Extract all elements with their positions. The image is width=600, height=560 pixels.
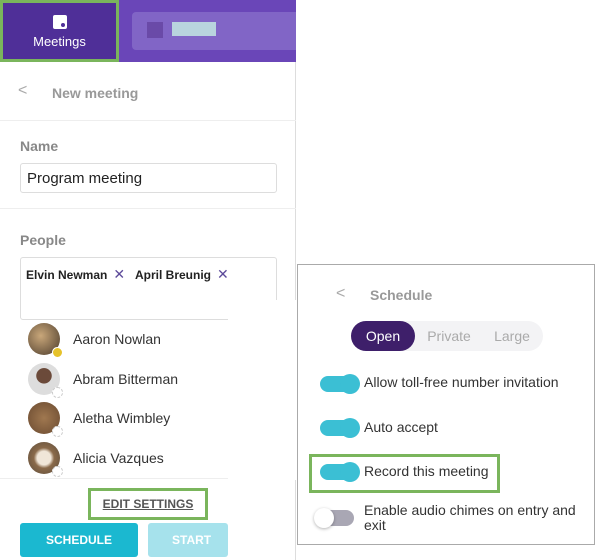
contact-name: Abram Bitterman <box>73 371 179 387</box>
record-label: Record this meeting <box>364 463 489 479</box>
meetings-label: Meetings <box>33 34 86 49</box>
avatar <box>28 323 63 358</box>
avatar <box>28 363 63 398</box>
name-input[interactable]: Program meeting <box>20 163 277 193</box>
divider <box>0 120 296 121</box>
back-icon[interactable]: < <box>336 285 345 303</box>
mode-open[interactable]: Open <box>351 321 415 351</box>
schedule-button[interactable]: SCHEDULE <box>20 523 138 557</box>
record-toggle[interactable] <box>320 462 360 482</box>
away-status-icon <box>52 347 63 358</box>
person-chip: Elvin Newman ✕ <box>26 266 125 283</box>
meeting-type-selector: Open Private Large <box>351 321 543 351</box>
contact-item[interactable]: Alicia Vazques <box>28 441 164 477</box>
edit-settings-link[interactable]: EDIT SETTINGS <box>88 488 208 520</box>
people-label: People <box>20 232 66 248</box>
search-box[interactable] <box>132 12 296 50</box>
mode-private[interactable]: Private <box>417 321 481 351</box>
start-now-button[interactable]: START NO <box>148 523 228 557</box>
toll-free-label: Allow toll-free number invitation <box>364 374 559 390</box>
divider <box>0 208 296 209</box>
avatar <box>28 442 63 477</box>
offline-status-icon <box>52 387 63 398</box>
schedule-title: Schedule <box>370 287 433 303</box>
placeholder-icon <box>147 22 163 38</box>
auto-accept-label: Auto accept <box>364 419 438 435</box>
name-label: Name <box>20 138 59 154</box>
meetings-tab[interactable]: Meetings <box>0 0 119 62</box>
new-meeting-panel: Meetings < New meeting Name Program meet… <box>0 0 296 560</box>
redacted-text <box>172 22 216 36</box>
calendar-icon <box>52 15 67 29</box>
divider <box>0 478 228 479</box>
contact-item[interactable]: Abram Bitterman <box>28 362 179 398</box>
chip-name: Elvin Newman <box>26 268 108 282</box>
offline-status-icon <box>52 426 63 437</box>
remove-icon[interactable]: ✕ <box>217 266 229 282</box>
contact-name: Aaron Nowlan <box>73 331 161 347</box>
audio-chimes-toggle[interactable] <box>314 508 354 528</box>
top-bar: Meetings <box>0 0 296 62</box>
auto-accept-toggle[interactable] <box>320 418 360 438</box>
offline-status-icon <box>52 466 63 477</box>
avatar <box>28 402 63 437</box>
schedule-panel: < Schedule Open Private Large Allow toll… <box>297 264 595 545</box>
person-chip: April Breunig ✕ <box>135 266 229 283</box>
back-icon[interactable]: < <box>18 82 27 100</box>
contact-item[interactable]: Aaron Nowlan <box>28 322 161 358</box>
page-title: New meeting <box>52 85 139 101</box>
contact-name: Alicia Vazques <box>73 450 164 466</box>
remove-icon[interactable]: ✕ <box>113 266 125 282</box>
audio-chimes-label: Enable audio chimes on entry and exit <box>364 502 576 533</box>
toll-free-toggle[interactable] <box>320 374 360 394</box>
contact-item[interactable]: Aletha Wimbley <box>28 401 171 437</box>
contact-name: Aletha Wimbley <box>73 410 171 426</box>
mode-large[interactable]: Large <box>481 321 543 351</box>
chip-name: April Breunig <box>135 268 212 282</box>
